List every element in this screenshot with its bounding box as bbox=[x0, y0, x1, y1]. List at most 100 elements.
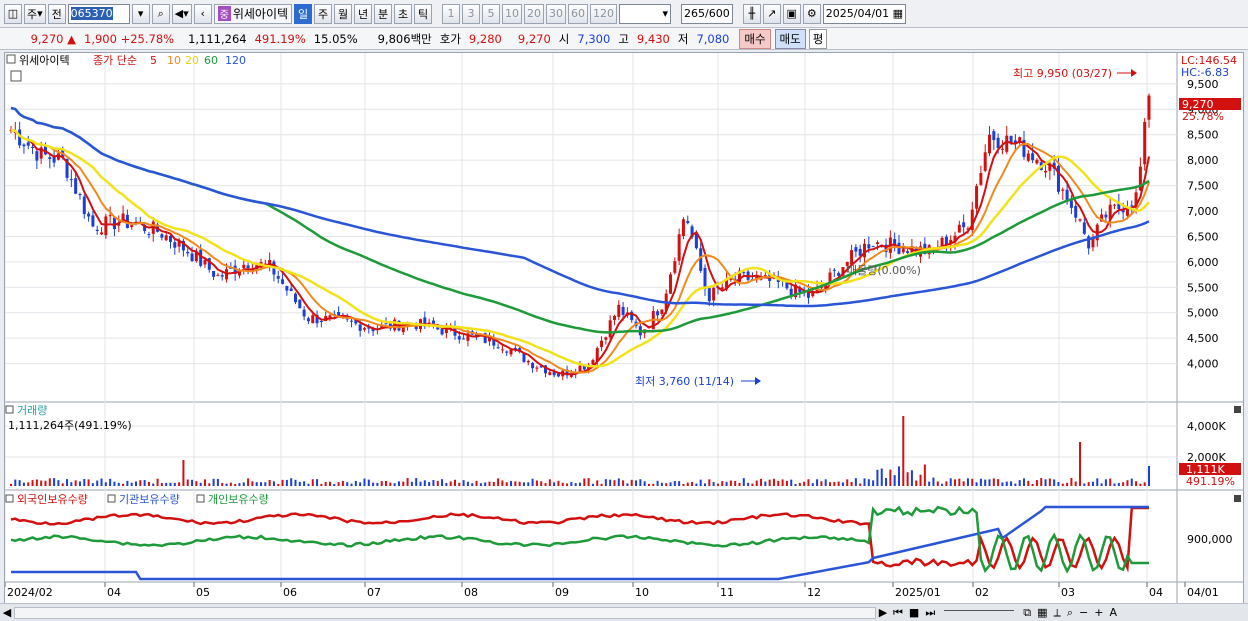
volume-bar bbox=[1001, 482, 1004, 486]
zoom-in-icon[interactable]: + bbox=[1091, 606, 1106, 619]
count-input[interactable]: 265/600 bbox=[681, 3, 733, 24]
save-icon[interactable]: ▣ bbox=[782, 3, 801, 24]
market-dropdown[interactable]: 주 ▾ bbox=[24, 3, 46, 24]
type-dropdown[interactable]: 전 bbox=[47, 3, 66, 24]
candle-body bbox=[337, 311, 341, 316]
layout-icon[interactable]: ◫ bbox=[4, 3, 22, 24]
chart-svg[interactable]: 9,5009,0008,5008,0007,5007,0006,5006,000… bbox=[5, 53, 1243, 603]
first-icon[interactable]: ⏮ bbox=[890, 606, 906, 620]
volume-bar bbox=[522, 482, 525, 486]
volume-bar bbox=[298, 481, 301, 486]
volume-bar bbox=[859, 483, 862, 486]
volume-bar bbox=[738, 483, 741, 486]
volume-bar bbox=[260, 482, 263, 486]
volume-bar bbox=[66, 479, 69, 486]
volume-bar bbox=[1053, 479, 1056, 486]
volume-bar bbox=[841, 482, 844, 486]
volume-bar bbox=[501, 480, 504, 486]
volume-bar bbox=[872, 480, 875, 486]
volume-bar bbox=[117, 482, 120, 486]
y-tick-label: 7,500 bbox=[1187, 180, 1219, 193]
minute-5-button[interactable]: 5 bbox=[482, 3, 501, 24]
volume-menu-icon[interactable] bbox=[5, 405, 14, 414]
volume-bar bbox=[1087, 482, 1090, 486]
volume-bar bbox=[639, 479, 642, 486]
grid-icon[interactable]: ▦ bbox=[1034, 606, 1050, 619]
candle-body bbox=[612, 315, 616, 320]
volume-bar bbox=[837, 481, 840, 486]
last-icon[interactable]: ⏭ bbox=[922, 606, 938, 620]
code-dropdown-icon[interactable]: ▾ bbox=[131, 3, 150, 24]
minute-120-button[interactable]: 120 bbox=[590, 3, 618, 24]
volume-bar bbox=[630, 479, 633, 486]
holding-menu-icon[interactable] bbox=[5, 494, 14, 503]
price-panel[interactable] bbox=[5, 53, 1177, 401]
volume-bar bbox=[1122, 482, 1125, 486]
minute-1-button[interactable]: 1 bbox=[442, 3, 461, 24]
volume-close-icon[interactable] bbox=[1234, 406, 1241, 413]
volume-bar bbox=[596, 480, 599, 486]
measure-icon[interactable]: ⟂ bbox=[1050, 606, 1063, 620]
volume-bar bbox=[566, 483, 569, 486]
search-icon[interactable]: ⌕ bbox=[1064, 606, 1076, 620]
volume-bar bbox=[113, 481, 116, 486]
scroll-left-icon[interactable]: ◀ bbox=[0, 606, 14, 619]
scrollbar-track[interactable] bbox=[14, 606, 876, 619]
minute-10-button[interactable]: 10 bbox=[502, 3, 523, 24]
search-icon[interactable]: ⌕ bbox=[151, 3, 170, 24]
chart-area[interactable]: 9,5009,0008,5008,0007,5007,0006,5006,000… bbox=[4, 52, 1244, 620]
candle-body bbox=[100, 232, 104, 235]
eval-button[interactable]: 평 bbox=[808, 28, 828, 49]
volume-bar bbox=[70, 482, 73, 486]
volume-bar bbox=[251, 481, 254, 486]
calendar-icon[interactable]: ▦ bbox=[893, 7, 903, 20]
volume-bar bbox=[143, 480, 146, 486]
x-tick-label: 08 bbox=[464, 586, 478, 599]
period-tick-button[interactable]: 틱 bbox=[414, 3, 433, 24]
period-day-button[interactable]: 일 bbox=[294, 3, 313, 24]
zoom-out-icon[interactable]: − bbox=[1076, 606, 1091, 619]
legend-swatch bbox=[107, 494, 116, 503]
volume-bar bbox=[699, 479, 702, 486]
holding-lines bbox=[10, 505, 1149, 581]
back-icon[interactable]: ‹ bbox=[193, 3, 212, 24]
stock-name-box[interactable]: 중 위세아이텍 bbox=[213, 3, 293, 24]
stock-code-input[interactable]: 065370 bbox=[67, 3, 130, 24]
volume-bar bbox=[389, 482, 392, 486]
period-month-button[interactable]: 월 bbox=[334, 3, 353, 24]
stop-icon[interactable]: ■ bbox=[906, 606, 922, 619]
period-week-button[interactable]: 주 bbox=[314, 3, 333, 24]
period-second-button[interactable]: 초 bbox=[394, 3, 413, 24]
copy-icon[interactable]: ⧉ bbox=[1020, 606, 1034, 620]
volume-bar bbox=[867, 479, 870, 486]
holding-close-icon[interactable] bbox=[1234, 495, 1241, 502]
minute-30-button[interactable]: 30 bbox=[546, 3, 567, 24]
volume-bar bbox=[1083, 483, 1086, 486]
sell-button[interactable]: 매도 bbox=[774, 28, 806, 49]
grid-toggle-icon[interactable] bbox=[10, 70, 22, 82]
buy-button[interactable]: 매수 bbox=[739, 28, 771, 49]
volume-bar bbox=[721, 481, 724, 486]
scroll-right-icon[interactable]: ▶ bbox=[876, 606, 890, 619]
candle-icon[interactable]: ╫ bbox=[742, 3, 761, 24]
period-minute-button[interactable]: 분 bbox=[374, 3, 393, 24]
volume-bar bbox=[462, 480, 465, 486]
gear-icon[interactable]: ⚙ bbox=[802, 3, 821, 24]
volume-bar bbox=[83, 479, 86, 486]
date-input[interactable]: 2025/04/01 ▦ bbox=[822, 3, 907, 24]
interval-dropdown[interactable]: ▾ bbox=[619, 3, 672, 24]
draw-tool-icon[interactable]: ↗ bbox=[762, 3, 781, 24]
minute-60-button[interactable]: 60 bbox=[568, 3, 589, 24]
candle-body bbox=[112, 217, 116, 230]
speaker-icon[interactable]: ◀▾ bbox=[171, 3, 192, 24]
volume-bar bbox=[613, 480, 616, 486]
minute-20-button[interactable]: 20 bbox=[524, 3, 545, 24]
volume-bar bbox=[635, 480, 638, 486]
turnover-rate: 15.05% bbox=[313, 31, 358, 46]
minute-3-button[interactable]: 3 bbox=[462, 3, 481, 24]
period-year-button[interactable]: 년 bbox=[354, 3, 373, 24]
volume-bar bbox=[570, 481, 573, 486]
zoom-slider[interactable] bbox=[944, 609, 1015, 616]
candle-body bbox=[281, 279, 285, 284]
auto-icon[interactable]: A bbox=[1106, 606, 1120, 619]
